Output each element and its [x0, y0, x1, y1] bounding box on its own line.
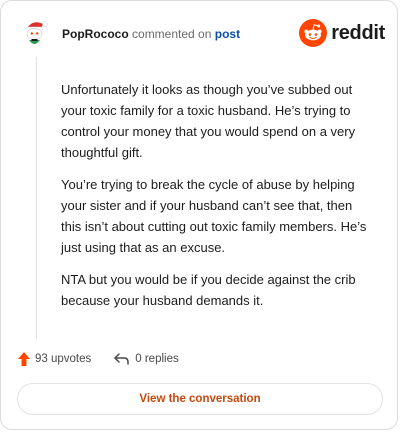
- replies-action[interactable]: 0 replies: [113, 351, 179, 367]
- username[interactable]: PopRococo: [62, 27, 129, 41]
- comment-paragraph-1: Unfortunately it looks as though you’ve …: [61, 82, 356, 160]
- reddit-snoo-icon: [299, 19, 328, 47]
- avatar[interactable]: [19, 17, 51, 49]
- upvotes-action[interactable]: 93 upvotes: [17, 351, 91, 367]
- comment-meta: PopRococo commented on post: [62, 26, 240, 42]
- reddit-logo[interactable]: reddit: [299, 19, 385, 47]
- comment-paragraph-2: You’re trying to break the cycle of abus…: [61, 177, 367, 255]
- comment-paragraph-3: NTA but you would be if you decide again…: [61, 272, 356, 308]
- post-link[interactable]: post: [215, 27, 240, 41]
- reddit-wordmark: reddit: [331, 21, 385, 44]
- comment-header: PopRococo commented on post reddit: [19, 17, 385, 53]
- thread-line: [36, 57, 37, 339]
- reply-arrow-icon: [114, 353, 130, 365]
- upvote-arrow-icon: [18, 352, 30, 366]
- upvotes-count: 93 upvotes: [35, 353, 92, 365]
- commented-on-label: commented on: [132, 27, 212, 41]
- comment-embed-card: PopRococo commented on post reddit Unfor…: [0, 0, 398, 430]
- comment-actions: 93 upvotes 0 replies: [17, 349, 179, 369]
- replies-count: 0 replies: [135, 353, 179, 365]
- view-conversation-button[interactable]: View the conversation: [17, 383, 383, 415]
- comment-body: Unfortunately it looks as though you’ve …: [61, 79, 376, 322]
